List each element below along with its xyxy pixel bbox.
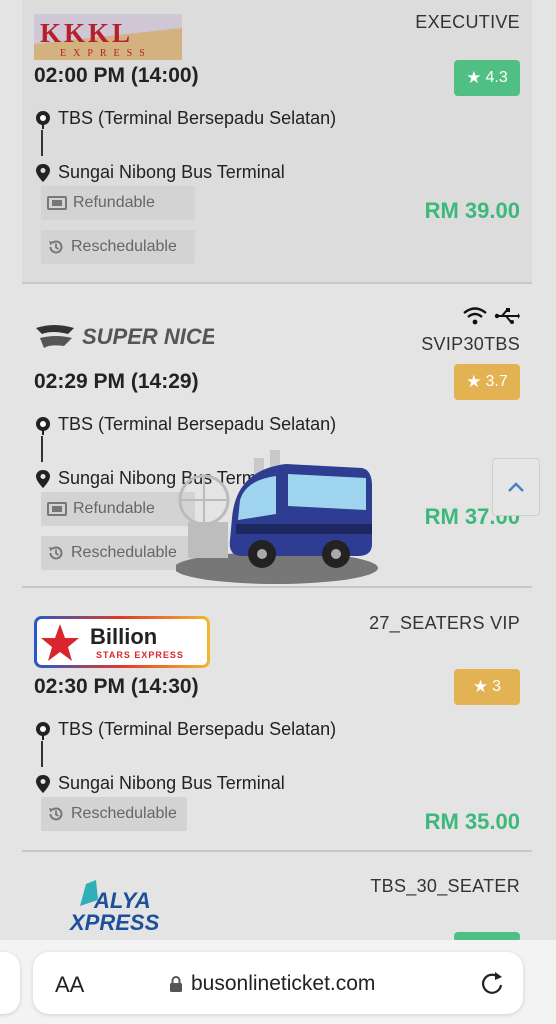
history-icon <box>49 546 63 560</box>
bus-type: 27_SEATERS VIP <box>369 613 520 633</box>
origin-stop: TBS (Terminal Bersepadu Selatan) <box>34 108 336 129</box>
price: RM 39.00 <box>424 198 520 223</box>
origin-name: TBS (Terminal Bersepadu Selatan) <box>58 414 337 434</box>
ticket-icon <box>47 196 67 210</box>
destination-name: Sungai Nibong Bus Terminal <box>58 162 285 182</box>
logo-text: KKKL <box>40 18 133 48</box>
usb-icon <box>494 308 520 324</box>
departure-time: 02:00 PM (14:00) <box>34 64 199 87</box>
history-icon <box>49 807 63 821</box>
star-icon: ★ <box>466 372 482 391</box>
reschedulable-chip: Reschedulable <box>41 797 187 831</box>
rating-value: 3.7 <box>485 373 508 390</box>
route-line <box>41 741 43 767</box>
departure-time: 02:30 PM (14:30) <box>34 675 199 698</box>
amenities <box>462 306 520 326</box>
map-pin-icon <box>36 774 50 793</box>
results-page: KKKL EXPRESS EXECUTIVE 02:00 PM (14:00) … <box>0 0 556 1024</box>
star-icon: ★ <box>466 68 482 87</box>
operator-logo: SUPER NICE <box>34 320 218 352</box>
price: RM 35.00 <box>424 809 520 834</box>
address-bar[interactable]: AA busonlineticket.com <box>33 952 523 1014</box>
destination-stop: Sungai Nibong Bus Terminal <box>34 162 285 183</box>
trip-card[interactable]: KKKL EXPRESS EXECUTIVE 02:00 PM (14:00) … <box>22 0 532 282</box>
rating-value: 4.3 <box>485 69 508 86</box>
chevron-up-icon <box>508 482 524 492</box>
rating-value: 3 <box>492 678 502 695</box>
operator-logo: Billion STARS EXPRESS <box>34 616 210 668</box>
reschedulable-chip: Reschedulable <box>41 536 195 570</box>
route-line <box>41 436 43 462</box>
bus-type: SVIP30TBS <box>421 334 520 354</box>
lock-icon <box>170 976 182 992</box>
wifi-icon <box>463 307 487 325</box>
ticket-icon <box>47 502 67 516</box>
scroll-to-top-button[interactable] <box>492 458 540 516</box>
trip-card[interactable]: ALYA XPRESS TBS_30_SEATER <box>22 852 532 942</box>
route-line <box>41 130 43 156</box>
svg-text:XPRESS: XPRESS <box>68 910 160 934</box>
reschedulable-chip: Reschedulable <box>41 230 195 264</box>
svg-text:EXPRESS: EXPRESS <box>60 48 152 59</box>
browser-toolbar: AA busonlineticket.com <box>0 940 556 1024</box>
origin-point-icon <box>36 721 50 740</box>
text-size-button[interactable]: AA <box>55 972 84 998</box>
reload-icon[interactable] <box>479 968 505 996</box>
origin-name: TBS (Terminal Bersepadu Selatan) <box>58 108 337 128</box>
star-icon: ★ <box>472 677 489 696</box>
origin-stop: TBS (Terminal Bersepadu Selatan) <box>34 719 336 740</box>
destination-name: Sungai Nibong Bus Terminal <box>58 773 285 793</box>
logo-text: Billion <box>90 624 157 649</box>
rating-badge: ★ 4.3 <box>454 60 520 96</box>
rating-badge: ★ 3 <box>454 669 520 705</box>
map-pin-icon <box>36 469 50 488</box>
destination-stop: Sungai Nibong Bus Terminal <box>34 773 285 794</box>
rating-badge: ★ 3.7 <box>454 364 520 400</box>
url-text: busonlineticket.com <box>191 972 376 995</box>
origin-point-icon <box>36 416 50 435</box>
bus-type: EXECUTIVE <box>415 12 520 32</box>
map-pin-icon <box>36 163 50 182</box>
bus-type: TBS_30_SEATER <box>370 876 520 896</box>
svg-text:STARS EXPRESS: STARS EXPRESS <box>96 650 184 660</box>
refundable-chip: Refundable <box>41 492 195 526</box>
origin-stop: TBS (Terminal Bersepadu Selatan) <box>34 414 336 435</box>
operator-logo: ALYA XPRESS <box>68 878 180 935</box>
history-icon <box>49 240 63 254</box>
origin-name: TBS (Terminal Bersepadu Selatan) <box>58 719 337 739</box>
previous-tab-preview[interactable] <box>0 952 20 1014</box>
departure-time: 02:29 PM (14:29) <box>34 370 199 393</box>
url-display[interactable]: busonlineticket.com <box>169 972 375 996</box>
operator-logo: KKKL EXPRESS <box>34 14 182 60</box>
loading-bus-illustration <box>176 450 378 584</box>
logo-text: SUPER NICE <box>82 324 214 349</box>
trip-card[interactable]: Billion STARS EXPRESS 27_SEATERS VIP 02:… <box>22 588 532 850</box>
refundable-chip: Refundable <box>41 186 195 220</box>
origin-point-icon <box>36 110 50 129</box>
